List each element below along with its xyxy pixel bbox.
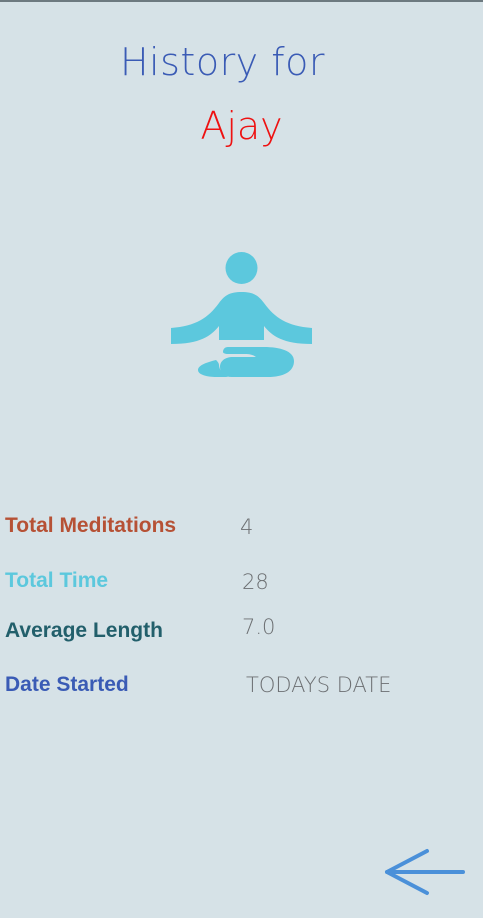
meditation-icon — [171, 252, 312, 377]
average-length-value: 7.0 — [242, 615, 276, 639]
total-time-value: 28 — [242, 570, 269, 594]
total-time-label: Total Time — [5, 569, 109, 592]
arrow-left-icon[interactable] — [383, 848, 465, 896]
total-meditations-label: Total Meditations — [5, 514, 177, 537]
status-divider — [0, 0, 483, 2]
average-length-label: Average Length — [5, 619, 163, 642]
total-meditations-value: 4 — [240, 515, 254, 539]
date-started-label: Date Started — [5, 673, 129, 696]
date-started-value: TODAYS DATE — [246, 673, 392, 697]
user-name: Ajay — [200, 104, 283, 148]
page-title: History for — [119, 40, 326, 84]
